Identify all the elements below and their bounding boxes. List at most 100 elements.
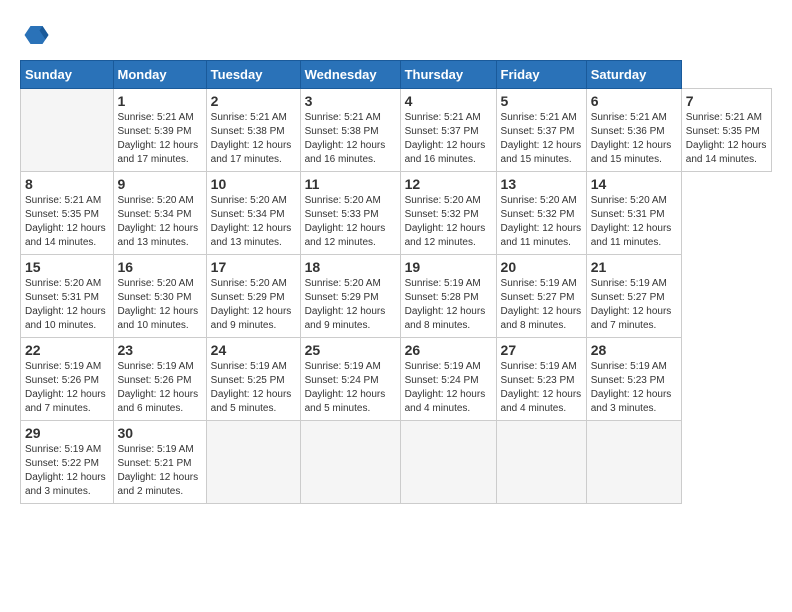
day-info: Sunrise: 5:21 AMSunset: 5:35 PMDaylight:…	[25, 194, 109, 250]
day-number: 18	[305, 259, 396, 275]
calendar-day-cell: 25 Sunrise: 5:19 AMSunset: 5:24 PMDayligh…	[300, 338, 400, 421]
day-info: Sunrise: 5:20 AMSunset: 5:32 PMDaylight:…	[405, 194, 492, 250]
day-number: 15	[25, 259, 109, 275]
day-number: 16	[118, 259, 202, 275]
calendar-day-cell: 16 Sunrise: 5:20 AMSunset: 5:30 PMDayligh…	[113, 255, 206, 338]
weekday-header: Thursday	[400, 61, 496, 89]
calendar-day-cell: 21 Sunrise: 5:19 AMSunset: 5:27 PMDayligh…	[586, 255, 681, 338]
day-info: Sunrise: 5:19 AMSunset: 5:21 PMDaylight:…	[118, 443, 202, 499]
calendar-week-row: 15 Sunrise: 5:20 AMSunset: 5:31 PMDayligh…	[21, 255, 772, 338]
day-info: Sunrise: 5:19 AMSunset: 5:24 PMDaylight:…	[405, 360, 492, 416]
calendar-day-cell: 14 Sunrise: 5:20 AMSunset: 5:31 PMDayligh…	[586, 172, 681, 255]
day-info: Sunrise: 5:21 AMSunset: 5:37 PMDaylight:…	[405, 111, 492, 167]
calendar-day-cell: 30Sunrise: 5:19 AMSunset: 5:21 PMDayligh…	[113, 421, 206, 504]
calendar-table: SundayMondayTuesdayWednesdayThursdayFrid…	[20, 60, 772, 504]
day-number: 29	[25, 425, 109, 441]
day-number: 17	[211, 259, 296, 275]
calendar-day-cell: 8 Sunrise: 5:21 AMSunset: 5:35 PMDaylight…	[21, 172, 114, 255]
day-number: 2	[211, 93, 296, 109]
weekday-header-row: SundayMondayTuesdayWednesdayThursdayFrid…	[21, 61, 772, 89]
day-number: 24	[211, 342, 296, 358]
weekday-header: Saturday	[586, 61, 681, 89]
day-number: 6	[591, 93, 677, 109]
day-info: Sunrise: 5:20 AMSunset: 5:31 PMDaylight:…	[25, 277, 109, 333]
day-number: 27	[501, 342, 582, 358]
calendar-day-cell: 27Sunrise: 5:19 AMSunset: 5:23 PMDayligh…	[496, 338, 586, 421]
day-info: Sunrise: 5:20 AMSunset: 5:29 PMDaylight:…	[211, 277, 296, 333]
day-info: Sunrise: 5:19 AMSunset: 5:26 PMDaylight:…	[118, 360, 202, 416]
day-info: Sunrise: 5:19 AMSunset: 5:24 PMDaylight:…	[305, 360, 396, 416]
day-info: Sunrise: 5:20 AMSunset: 5:29 PMDaylight:…	[305, 277, 396, 333]
day-number: 11	[305, 176, 396, 192]
calendar-day-cell: 7 Sunrise: 5:21 AMSunset: 5:35 PMDaylight…	[681, 89, 771, 172]
logo-icon	[20, 20, 50, 50]
calendar-day-cell: 26 Sunrise: 5:19 AMSunset: 5:24 PMDayligh…	[400, 338, 496, 421]
day-number: 13	[501, 176, 582, 192]
calendar-day-cell: 4 Sunrise: 5:21 AMSunset: 5:37 PMDaylight…	[400, 89, 496, 172]
calendar-day-cell: 2 Sunrise: 5:21 AMSunset: 5:38 PMDaylight…	[206, 89, 300, 172]
day-info: Sunrise: 5:19 AMSunset: 5:27 PMDaylight:…	[591, 277, 677, 333]
calendar-day-cell: 12 Sunrise: 5:20 AMSunset: 5:32 PMDayligh…	[400, 172, 496, 255]
weekday-header: Friday	[496, 61, 586, 89]
day-number: 7	[686, 93, 767, 109]
day-number: 28	[591, 342, 677, 358]
calendar-week-row: 8 Sunrise: 5:21 AMSunset: 5:35 PMDaylight…	[21, 172, 772, 255]
day-info: Sunrise: 5:19 AMSunset: 5:28 PMDaylight:…	[405, 277, 492, 333]
day-number: 19	[405, 259, 492, 275]
calendar-day-cell: 18 Sunrise: 5:20 AMSunset: 5:29 PMDayligh…	[300, 255, 400, 338]
day-number: 23	[118, 342, 202, 358]
calendar-day-cell: 23 Sunrise: 5:19 AMSunset: 5:26 PMDayligh…	[113, 338, 206, 421]
calendar-day-cell	[400, 421, 496, 504]
calendar-day-cell: 15 Sunrise: 5:20 AMSunset: 5:31 PMDayligh…	[21, 255, 114, 338]
calendar-day-cell: 22Sunrise: 5:19 AMSunset: 5:26 PMDayligh…	[21, 338, 114, 421]
calendar-day-cell: 5Sunrise: 5:21 AMSunset: 5:37 PMDaylight…	[496, 89, 586, 172]
weekday-header: Tuesday	[206, 61, 300, 89]
calendar-week-row: 1 Sunrise: 5:21 AMSunset: 5:39 PMDaylight…	[21, 89, 772, 172]
day-info: Sunrise: 5:20 AMSunset: 5:31 PMDaylight:…	[591, 194, 677, 250]
day-number: 1	[118, 93, 202, 109]
day-number: 10	[211, 176, 296, 192]
page-header	[20, 20, 772, 50]
calendar-day-cell: 9Sunrise: 5:20 AMSunset: 5:34 PMDaylight…	[113, 172, 206, 255]
day-info: Sunrise: 5:20 AMSunset: 5:34 PMDaylight:…	[118, 194, 202, 250]
day-number: 5	[501, 93, 582, 109]
day-info: Sunrise: 5:21 AMSunset: 5:35 PMDaylight:…	[686, 111, 767, 167]
calendar-day-cell: 19 Sunrise: 5:19 AMSunset: 5:28 PMDayligh…	[400, 255, 496, 338]
day-info: Sunrise: 5:20 AMSunset: 5:34 PMDaylight:…	[211, 194, 296, 250]
weekday-header: Monday	[113, 61, 206, 89]
calendar-day-cell	[300, 421, 400, 504]
day-info: Sunrise: 5:21 AMSunset: 5:38 PMDaylight:…	[305, 111, 396, 167]
day-info: Sunrise: 5:19 AMSunset: 5:27 PMDaylight:…	[501, 277, 582, 333]
day-number: 8	[25, 176, 109, 192]
day-number: 26	[405, 342, 492, 358]
day-number: 12	[405, 176, 492, 192]
logo	[20, 20, 54, 50]
calendar-day-cell: 6 Sunrise: 5:21 AMSunset: 5:36 PMDaylight…	[586, 89, 681, 172]
day-number: 4	[405, 93, 492, 109]
calendar-day-cell: 17 Sunrise: 5:20 AMSunset: 5:29 PMDayligh…	[206, 255, 300, 338]
calendar-day-cell: 24Sunrise: 5:19 AMSunset: 5:25 PMDayligh…	[206, 338, 300, 421]
calendar-week-row: 29 Sunrise: 5:19 AMSunset: 5:22 PMDayligh…	[21, 421, 772, 504]
day-number: 20	[501, 259, 582, 275]
calendar-day-cell: 28Sunrise: 5:19 AMSunset: 5:23 PMDayligh…	[586, 338, 681, 421]
calendar-day-cell: 10 Sunrise: 5:20 AMSunset: 5:34 PMDayligh…	[206, 172, 300, 255]
calendar-day-cell: 13Sunrise: 5:20 AMSunset: 5:32 PMDayligh…	[496, 172, 586, 255]
weekday-header: Sunday	[21, 61, 114, 89]
day-number: 25	[305, 342, 396, 358]
day-info: Sunrise: 5:20 AMSunset: 5:30 PMDaylight:…	[118, 277, 202, 333]
day-number: 14	[591, 176, 677, 192]
day-number: 3	[305, 93, 396, 109]
calendar-day-cell	[586, 421, 681, 504]
calendar-day-cell: 20 Sunrise: 5:19 AMSunset: 5:27 PMDayligh…	[496, 255, 586, 338]
day-info: Sunrise: 5:21 AMSunset: 5:36 PMDaylight:…	[591, 111, 677, 167]
day-info: Sunrise: 5:19 AMSunset: 5:22 PMDaylight:…	[25, 443, 109, 499]
calendar-day-cell	[496, 421, 586, 504]
day-info: Sunrise: 5:21 AMSunset: 5:39 PMDaylight:…	[118, 111, 202, 167]
day-number: 21	[591, 259, 677, 275]
calendar-day-cell	[206, 421, 300, 504]
calendar-day-cell: 11Sunrise: 5:20 AMSunset: 5:33 PMDayligh…	[300, 172, 400, 255]
calendar-week-row: 22 Sunrise: 5:19 AMSunset: 5:26 PMDayligh…	[21, 338, 772, 421]
day-info: Sunrise: 5:21 AMSunset: 5:38 PMDaylight:…	[211, 111, 296, 167]
calendar-day-cell	[21, 89, 114, 172]
day-number: 22	[25, 342, 109, 358]
